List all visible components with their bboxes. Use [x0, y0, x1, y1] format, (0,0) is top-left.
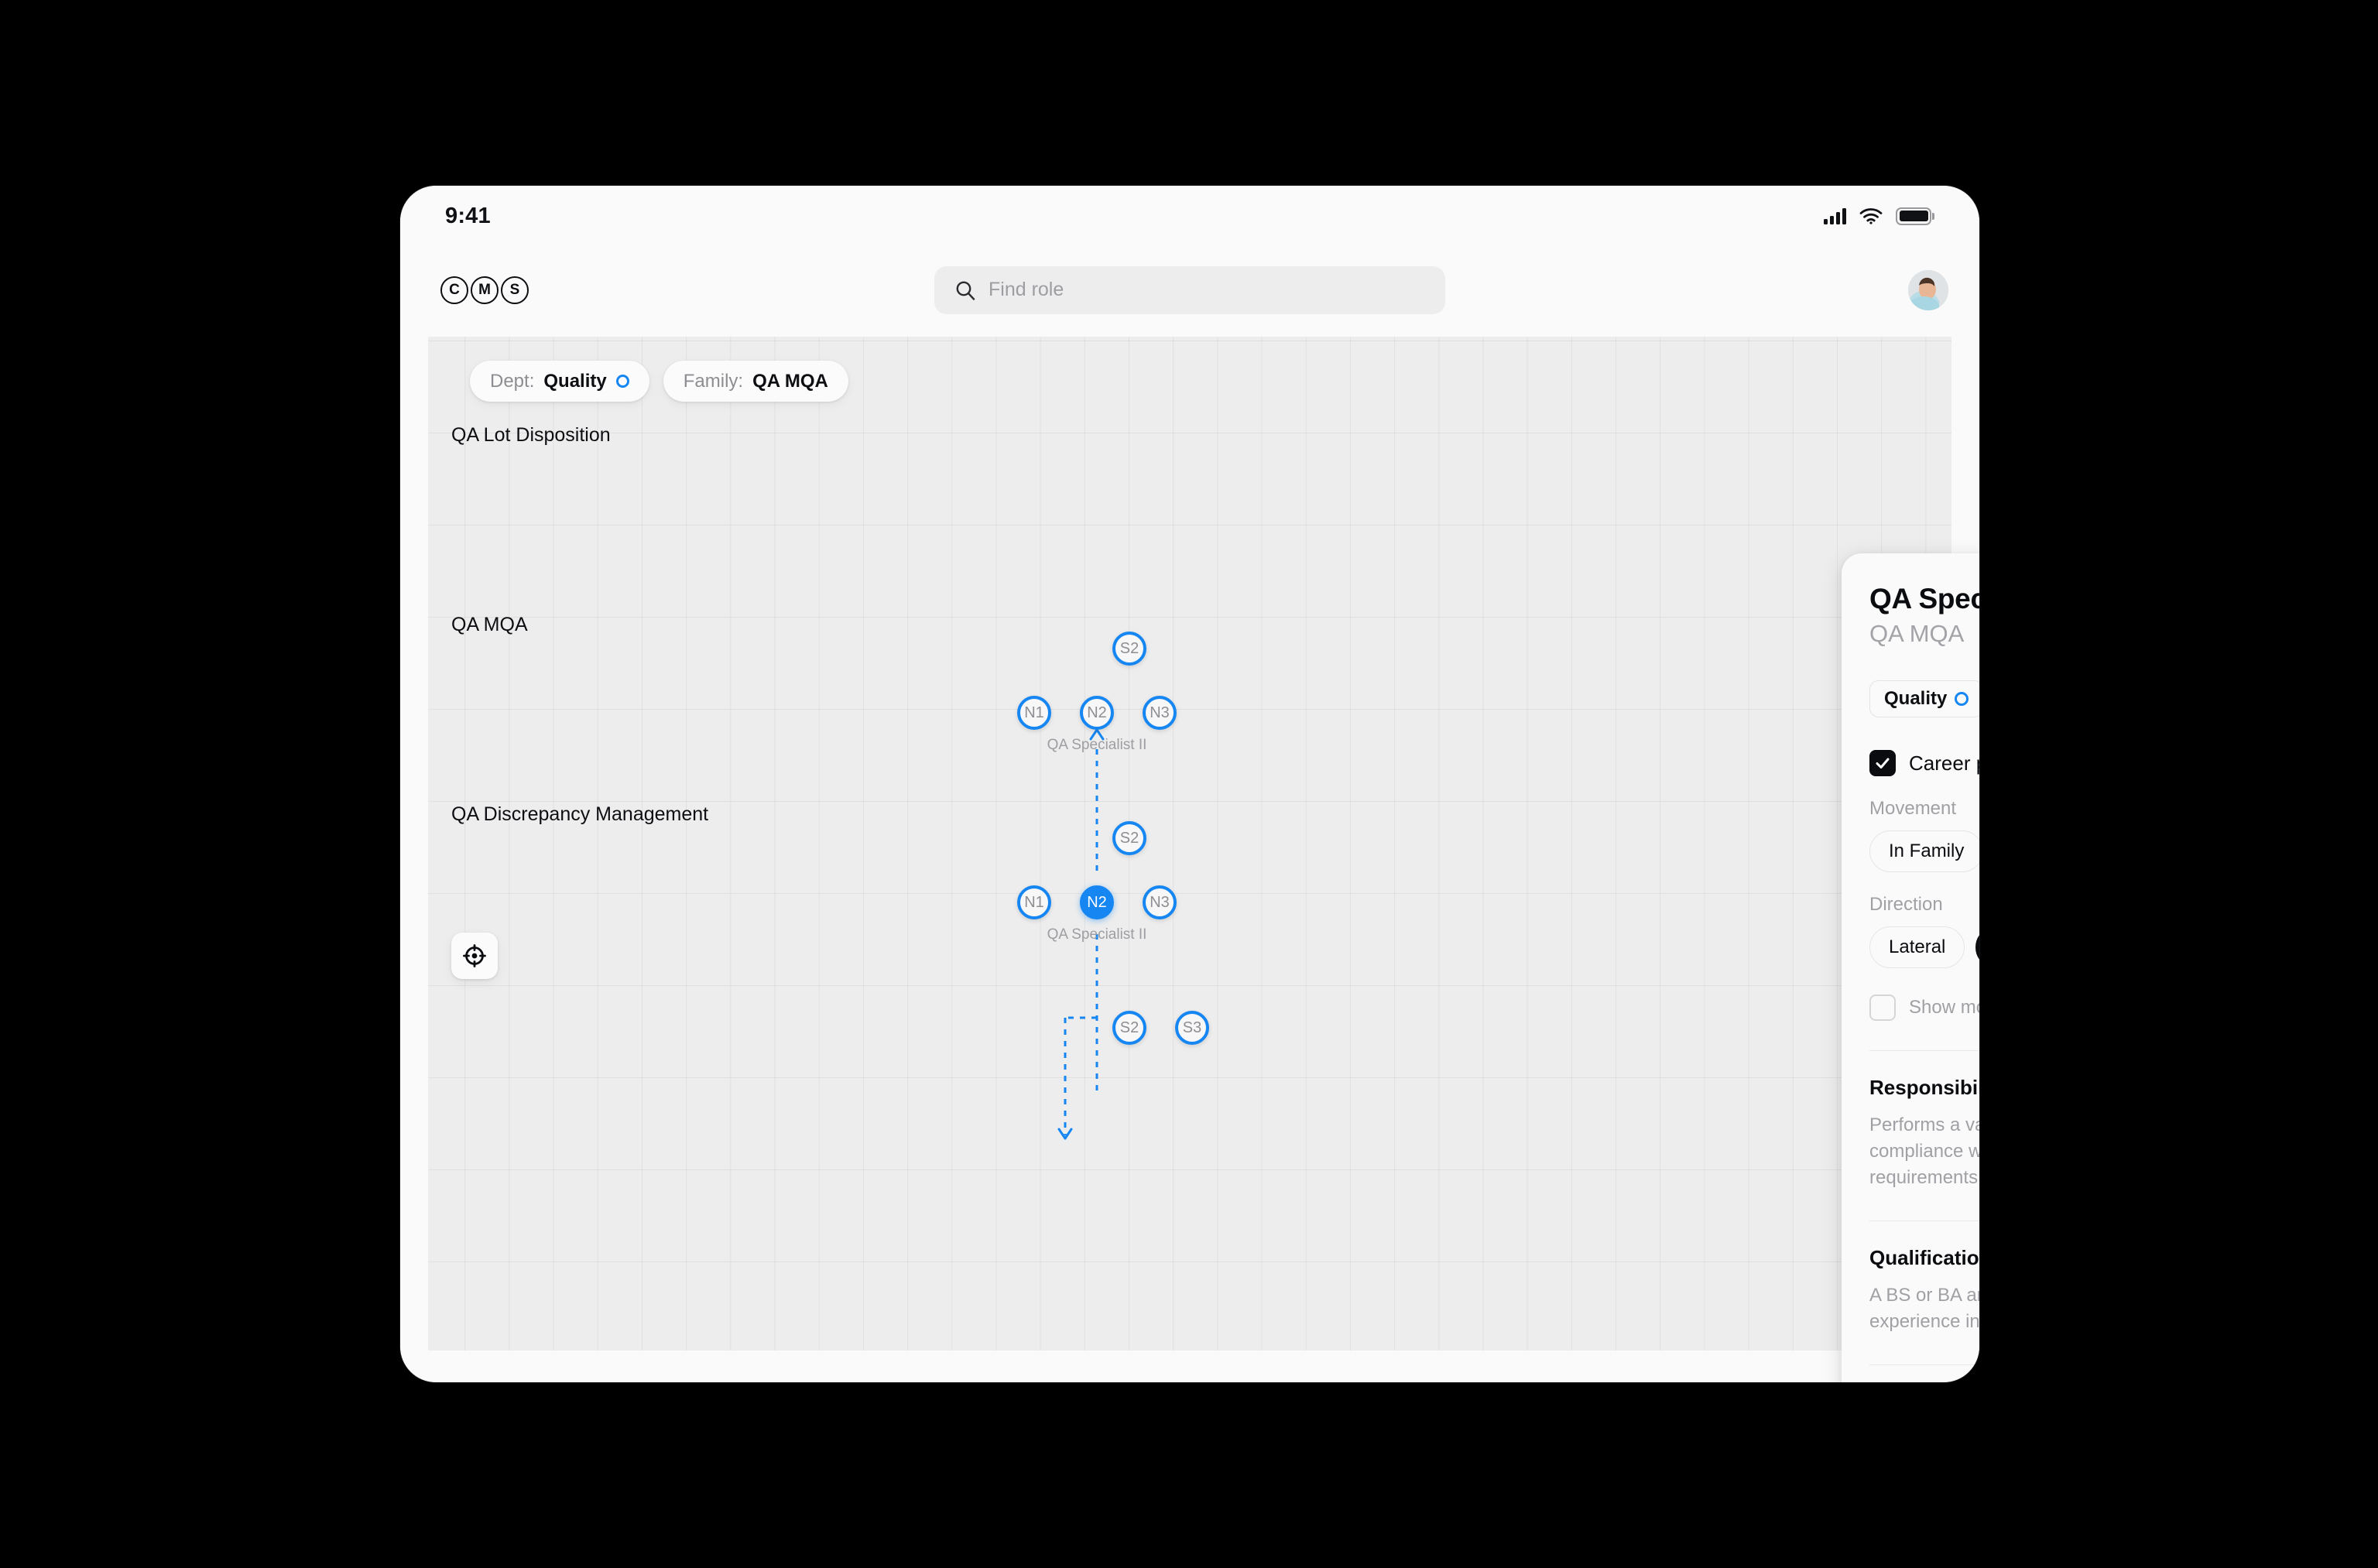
- node-n1-selected-row[interactable]: N1: [1017, 885, 1051, 919]
- logo-letter-s: S: [501, 276, 529, 304]
- role-detail-panel: QA Specialist II QA MQA Quality Level N2: [1842, 553, 1979, 1382]
- tag-department-label: Quality: [1884, 688, 1948, 709]
- search-placeholder: Find role: [989, 279, 1064, 300]
- filter-chip-family-key: Family:: [683, 370, 744, 392]
- logo-letter-c: C: [440, 276, 468, 304]
- node-s2-middle[interactable]: S2: [1112, 821, 1146, 855]
- tag-department[interactable]: Quality: [1869, 680, 1979, 717]
- qualifications-body: A BS or BA and a least 4 years of releva…: [1869, 1285, 1979, 1333]
- node-s3-bottom[interactable]: S3: [1175, 1011, 1209, 1045]
- recenter-button[interactable]: [451, 933, 498, 979]
- crosshair-icon: [463, 944, 486, 967]
- movement-option-in-family[interactable]: In Family: [1869, 830, 1979, 872]
- show-movement-difficulty-checkbox[interactable]: [1869, 995, 1896, 1021]
- filter-chip-dept-key: Dept:: [490, 370, 535, 392]
- check-icon: [1876, 758, 1890, 769]
- movement-segmented-control: In Family In Dept. Cross Dept.: [1869, 830, 1979, 872]
- direction-option-vertical[interactable]: Vertical: [1975, 926, 1979, 968]
- filter-chip-family-value: QA MQA: [752, 370, 828, 392]
- responsibilities-header[interactable]: Responsibilities: [1869, 1076, 1979, 1100]
- battery-icon: [1896, 207, 1934, 225]
- career-paths-checkbox[interactable]: [1869, 750, 1896, 776]
- node-s2-top[interactable]: S2: [1112, 632, 1146, 666]
- tablet-device-frame: 9:41 C M S Find role Dept: Quality Famil…: [400, 186, 1979, 1382]
- node-n2-upper[interactable]: N2: [1080, 696, 1114, 730]
- career-paths-toggle[interactable]: Career paths: [1869, 750, 1979, 776]
- direction-option-lateral[interactable]: Lateral: [1869, 926, 1965, 968]
- divider: [1869, 1050, 1979, 1051]
- logo-letter-m: M: [471, 276, 499, 304]
- status-indicators: [1824, 207, 1934, 225]
- screen: 9:41 C M S Find role Dept: Quality Famil…: [400, 186, 1979, 1382]
- quality-dot-icon: [615, 375, 629, 388]
- row-label-qa-lot-disposition: QA Lot Disposition: [451, 424, 611, 446]
- search-icon: [956, 281, 975, 300]
- node-s2-bottom[interactable]: S2: [1112, 1011, 1146, 1045]
- movement-group-label: Movement: [1869, 798, 1957, 819]
- role-tags: Quality Level N2: [1869, 680, 1979, 717]
- career-paths-label: Career paths: [1909, 751, 1979, 775]
- qualifications-header[interactable]: Qualifications: [1869, 1246, 1979, 1270]
- cellular-signal-icon: [1824, 207, 1846, 224]
- show-movement-difficulty-label: Show movement difficulty: [1909, 997, 1979, 1018]
- filter-chips: Dept: Quality Family: QA MQA: [470, 361, 848, 402]
- filter-chip-family[interactable]: Family: QA MQA: [663, 361, 848, 402]
- node-n3-upper[interactable]: N3: [1143, 696, 1177, 730]
- app-header: C M S Find role: [400, 246, 1979, 334]
- career-map-canvas[interactable]: Dept: Quality Family: QA MQA QA Lot Disp…: [428, 337, 1951, 1351]
- show-movement-difficulty-toggle[interactable]: Show movement difficulty: [1869, 995, 1979, 1021]
- filter-chip-dept[interactable]: Dept: Quality: [470, 361, 649, 402]
- app-logo[interactable]: C M S: [440, 276, 529, 304]
- search-input[interactable]: Find role: [934, 265, 1445, 314]
- avatar[interactable]: [1908, 269, 1948, 310]
- node-n2-selected[interactable]: N2: [1080, 885, 1114, 919]
- responsibilities-body: Performs a variety of activities to ensu…: [1869, 1114, 1979, 1189]
- responsibilities-title: Responsibilities: [1869, 1076, 1979, 1099]
- node-n3-selected-row[interactable]: N3: [1143, 885, 1177, 919]
- divider: [1869, 1364, 1979, 1366]
- status-bar: 9:41: [400, 186, 1979, 246]
- direction-segmented-control: Lateral Vertical: [1869, 926, 1979, 968]
- filter-chip-dept-value: Quality: [543, 370, 607, 392]
- page-title: QA Specialist II: [1869, 583, 1979, 615]
- qualifications-title: Qualifications: [1869, 1246, 1979, 1270]
- quality-dot-icon: [1955, 692, 1969, 706]
- panel-subtitle: QA MQA: [1869, 620, 1965, 647]
- row-label-qa-mqa: QA MQA: [451, 614, 528, 635]
- status-clock: 9:41: [445, 203, 491, 228]
- direction-group-label: Direction: [1869, 894, 1943, 915]
- node-n1-upper[interactable]: N1: [1017, 696, 1051, 730]
- wifi-icon: [1859, 208, 1883, 224]
- row-label-qa-discrepancy-management: QA Discrepancy Management: [451, 803, 709, 825]
